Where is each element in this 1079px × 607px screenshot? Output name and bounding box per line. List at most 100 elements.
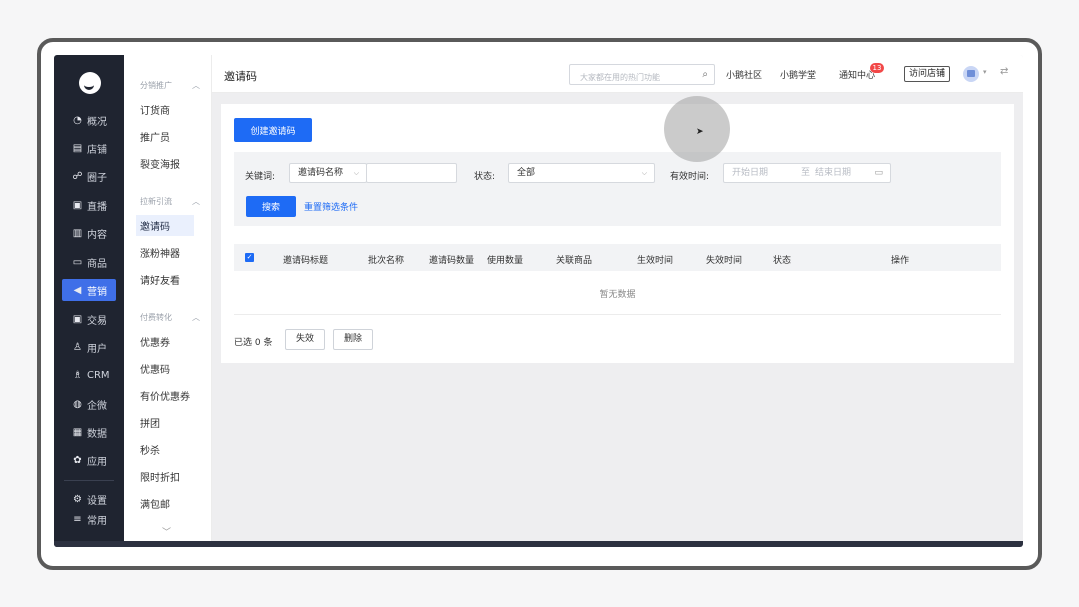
subnav-item[interactable]: 请好友看	[136, 269, 194, 290]
collapse-icon: ︿	[192, 313, 200, 322]
date-range-picker[interactable]: 开始日期 至 结束日期 ▭	[723, 163, 891, 183]
nav-item-content[interactable]: ▥ 内容	[62, 222, 116, 244]
page-title: 邀请码	[224, 70, 257, 83]
taskbar	[54, 541, 1023, 547]
app-window: ◔ 概况 ▤ 店铺 ☍ 圈子 ▣ 直播 ▥ 内容 ▭ 商品 ◀ 营销 ▣ 交易 ♙ 用户 ♗ CRM ◍ 企微 ▦ 数据 ✿ 应用…	[54, 55, 1023, 547]
subnav-item[interactable]: 裂变海报	[136, 153, 194, 174]
nav-item-crm[interactable]: ♗ CRM	[62, 364, 116, 386]
nav-item-label: 数据	[87, 428, 107, 440]
create-invite-code-button[interactable]: 创建邀请码	[234, 118, 312, 142]
chevron-down-icon[interactable]: ﹀	[162, 525, 171, 538]
nav-item-label: 概况	[87, 116, 107, 128]
subnav-item[interactable]: 订货商	[136, 99, 194, 120]
nav-item-label: 店铺	[87, 144, 107, 156]
subnav-item[interactable]: 有价优惠券	[136, 385, 194, 406]
nav-item-marketing[interactable]: ◀ 营销	[62, 279, 116, 301]
nav-item-settings[interactable]: ⚙ 设置	[62, 488, 116, 510]
subnav-item[interactable]: 限时折扣	[136, 466, 194, 487]
keyword-input[interactable]	[366, 163, 457, 183]
column-header: 邀请码标题	[283, 256, 329, 266]
subnav-item[interactable]: 秒杀	[136, 439, 194, 460]
nav-item-label: 交易	[87, 315, 107, 327]
collapse-icon: ︿	[192, 81, 200, 90]
chevron-down-icon: ⌵	[641, 169, 647, 177]
nav-item-label: 常用	[87, 515, 107, 527]
reset-filters-link[interactable]: 重置筛选条件	[304, 200, 358, 213]
nav-item-store[interactable]: ▤ 店铺	[62, 137, 116, 159]
wecom-icon: ◍	[73, 398, 82, 410]
column-header: 状态	[773, 256, 792, 266]
visit-store-button[interactable]: 访问店铺	[904, 66, 951, 82]
common-icon: ≡	[73, 513, 82, 525]
status-label: 状态:	[474, 172, 496, 182]
notification-badge: 13	[870, 63, 884, 73]
subnav-item[interactable]: 邀请码	[136, 215, 194, 236]
group-header-acquisition[interactable]: 拉新引流 ︿	[140, 196, 200, 207]
nav-item-circle[interactable]: ☍ 圈子	[62, 165, 116, 187]
nav-item-data[interactable]: ▦ 数据	[62, 421, 116, 443]
nav-item-label: 直播	[87, 201, 107, 213]
chevron-down-icon[interactable]: ▾	[983, 68, 987, 76]
range-separator: 至	[801, 168, 811, 178]
group-header-distribution[interactable]: 分销推广 ︿	[140, 80, 200, 91]
mouse-cursor-icon: ➤	[696, 127, 704, 137]
nav-item-common[interactable]: ≡ 常用	[62, 508, 116, 530]
keyword-type-select[interactable]: 邀请码名称 ⌵	[289, 163, 367, 183]
search-icon[interactable]: ⌕	[702, 69, 708, 80]
start-date-placeholder: 开始日期	[732, 168, 769, 178]
status-select[interactable]: 全部 ⌵	[508, 163, 655, 183]
search-input[interactable]	[570, 68, 688, 87]
nav-item-trade[interactable]: ▣ 交易	[62, 308, 116, 330]
nav-item-label: 圈子	[87, 172, 107, 184]
subnav-item[interactable]: 涨粉神器	[136, 242, 194, 263]
divider	[234, 314, 1001, 315]
marketing-icon: ◀	[73, 284, 82, 296]
live-icon: ▣	[72, 199, 83, 211]
avatar[interactable]	[963, 66, 979, 82]
nav-item-apps[interactable]: ✿ 应用	[62, 449, 116, 471]
overview-icon: ◔	[73, 114, 82, 126]
subnav-item[interactable]: 满包邮	[136, 493, 194, 514]
search-box: ⌕	[569, 64, 715, 87]
column-header: 生效时间	[637, 256, 674, 266]
select-all-checkbox[interactable]: ✓	[245, 253, 254, 262]
nav-item-user[interactable]: ♙ 用户	[62, 336, 116, 358]
primary-sidebar: ◔ 概况 ▤ 店铺 ☍ 圈子 ▣ 直播 ▥ 内容 ▭ 商品 ◀ 营销 ▣ 交易 ♙ 用户 ♗ CRM ◍ 企微 ▦ 数据 ✿ 应用…	[54, 55, 124, 547]
nav-item-label: 营销	[87, 286, 107, 298]
nav-item-overview[interactable]: ◔ 概况	[62, 109, 116, 131]
nav-item-live[interactable]: ▣ 直播	[62, 194, 116, 216]
group-header-conversion[interactable]: 付费转化 ︿	[140, 312, 200, 323]
data-icon: ▦	[72, 426, 83, 438]
column-header: 操作	[891, 256, 910, 266]
goods-icon: ▭	[72, 256, 83, 268]
switch-icon[interactable]: ⇄	[1000, 66, 1008, 77]
community-link[interactable]: 小鹅社区	[726, 68, 762, 81]
top-bar: 邀请码 ⌕ 小鹅社区 小鹅学堂 通知中心 13 访问店铺 ▾ ⇄	[212, 55, 1023, 93]
nav-item-goods[interactable]: ▭ 商品	[62, 251, 116, 273]
nav-item-label: 应用	[87, 456, 107, 468]
academy-link[interactable]: 小鹅学堂	[780, 68, 816, 81]
empty-state: 暂无数据	[599, 290, 636, 300]
nav-item-label: 设置	[87, 495, 107, 507]
disable-button[interactable]: 失效	[285, 329, 325, 350]
search-button[interactable]: 搜索	[246, 196, 296, 217]
subnav-item[interactable]: 优惠券	[136, 331, 194, 352]
sidebar-divider	[64, 480, 114, 481]
selected-count: 已选 0 条	[234, 338, 273, 348]
subnav-item[interactable]: 拼团	[136, 412, 194, 433]
main-area: 邀请码 ⌕ 小鹅社区 小鹅学堂 通知中心 13 访问店铺 ▾ ⇄ 创建邀请码 关…	[212, 55, 1023, 547]
trade-icon: ▣	[72, 313, 83, 325]
apps-icon: ✿	[73, 454, 82, 466]
column-header: 关联商品	[556, 256, 593, 266]
nav-item-wecom[interactable]: ◍ 企微	[62, 393, 116, 415]
store-icon: ▤	[72, 142, 83, 154]
content-card: 创建邀请码 关键词: 邀请码名称 ⌵ 状态: 全部 ⌵ 有效时间: 开始日期 至 结…	[221, 104, 1014, 363]
delete-button[interactable]: 删除	[333, 329, 373, 350]
user-icon: ♙	[73, 341, 82, 353]
subnav-item[interactable]: 推广员	[136, 126, 194, 147]
nav-item-label: 用户	[87, 343, 107, 355]
subnav-item[interactable]: 优惠码	[136, 358, 194, 379]
filter-panel: 关键词: 邀请码名称 ⌵ 状态: 全部 ⌵ 有效时间: 开始日期 至 结束日期 ▭ …	[234, 152, 1001, 226]
circle-icon: ☍	[72, 170, 83, 182]
settings-icon: ⚙	[73, 493, 82, 505]
